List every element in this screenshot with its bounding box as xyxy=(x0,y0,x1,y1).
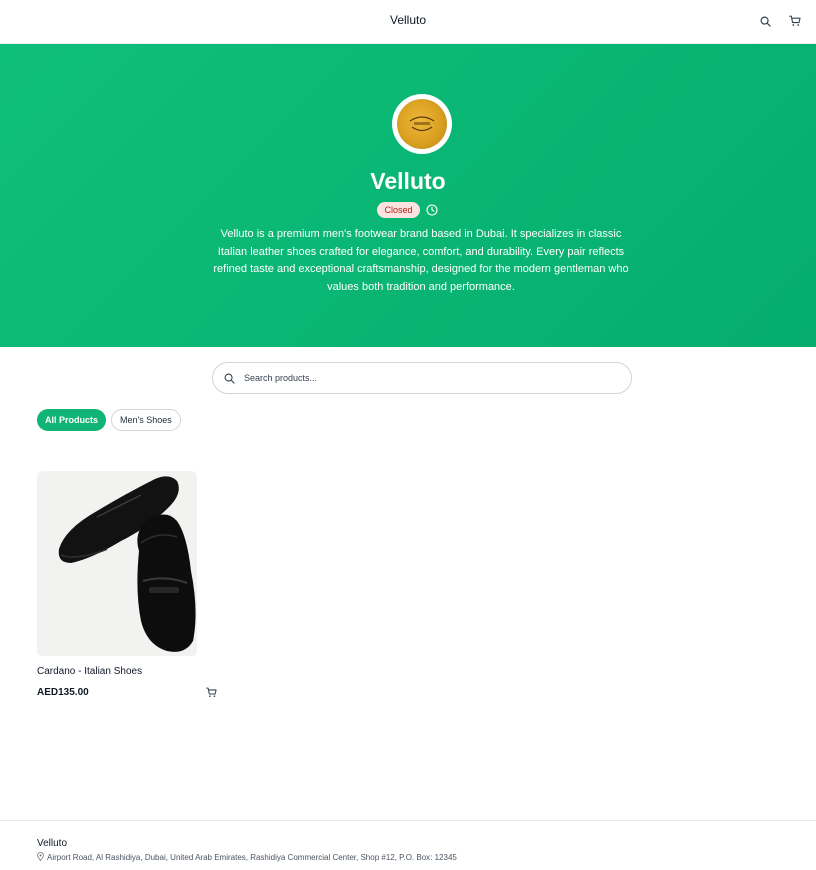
store-status-row: Closed xyxy=(0,202,816,218)
logo-emblem-icon xyxy=(397,99,447,149)
location-pin-icon xyxy=(37,852,44,863)
product-image[interactable] xyxy=(37,471,197,656)
product-price-row: AED135.00 xyxy=(37,686,217,698)
product-card[interactable]: Cardano - Italian Shoes AED135.00 xyxy=(37,471,217,698)
clock-icon[interactable] xyxy=(426,204,439,217)
store-name: Velluto xyxy=(370,168,446,194)
top-bar: Velluto xyxy=(0,0,816,44)
cart-icon[interactable] xyxy=(788,14,802,28)
footer-address: Airport Road, Al Rashidiya, Dubai, Unite… xyxy=(37,852,457,863)
category-mens-shoes[interactable]: Men's Shoes xyxy=(111,409,181,431)
status-badge: Closed xyxy=(377,202,420,218)
search-icon[interactable] xyxy=(758,14,772,28)
category-all-products[interactable]: All Products xyxy=(37,409,107,431)
store-description: Velluto is a premium men's footwear bran… xyxy=(213,228,629,293)
footer: Velluto Airport Road, Al Rashidiya, Duba… xyxy=(0,820,816,870)
product-search[interactable] xyxy=(212,362,632,394)
footer-store-name: Velluto xyxy=(37,838,68,849)
store-hero: Velluto Closed Velluto is a premium men'… xyxy=(0,44,816,347)
store-logo xyxy=(392,94,452,154)
app-title[interactable]: Velluto xyxy=(0,13,816,27)
add-to-cart-icon[interactable] xyxy=(205,686,217,698)
category-filters: All Products Men's Shoes xyxy=(37,409,181,431)
search-icon xyxy=(223,372,236,385)
footer-address-text: Airport Road, Al Rashidiya, Dubai, Unite… xyxy=(47,853,457,862)
product-name[interactable]: Cardano - Italian Shoes xyxy=(37,666,217,677)
product-price: AED135.00 xyxy=(37,686,89,698)
search-input[interactable] xyxy=(244,373,604,383)
